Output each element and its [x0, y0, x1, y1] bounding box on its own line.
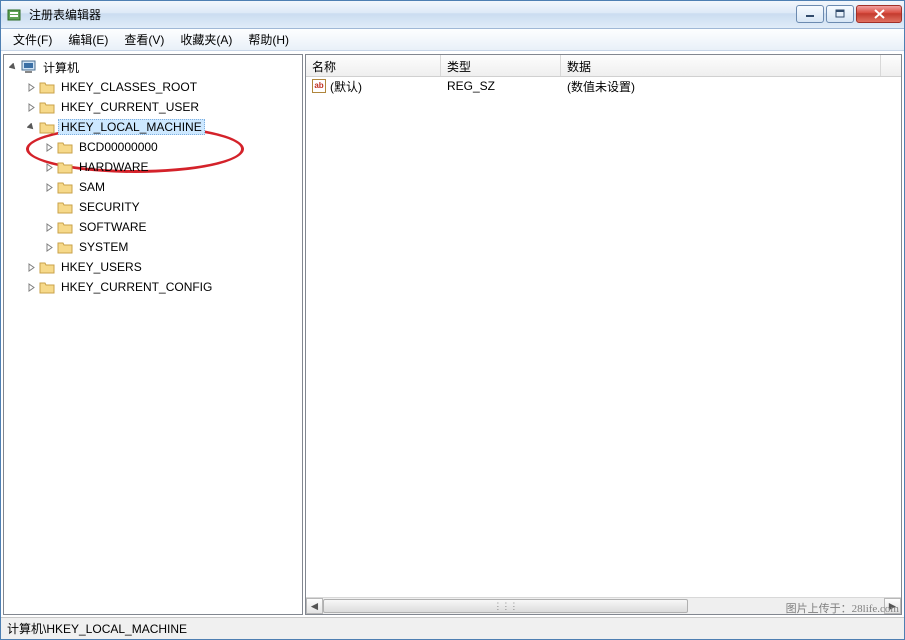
folder-icon — [39, 80, 55, 94]
tree-item-hkcr[interactable]: HKEY_CLASSES_ROOT — [22, 77, 302, 97]
cell-data: (数值未设置) — [561, 77, 881, 96]
expand-icon[interactable] — [24, 80, 38, 94]
tree-label: HKEY_LOCAL_MACHINE — [58, 119, 205, 135]
app-icon — [7, 7, 23, 23]
menu-edit[interactable]: 编辑(E) — [60, 29, 116, 50]
menu-view[interactable]: 查看(V) — [116, 29, 172, 50]
folder-icon — [57, 240, 73, 254]
folder-icon — [57, 200, 73, 214]
minimize-button[interactable] — [796, 5, 824, 23]
folder-icon — [39, 280, 55, 294]
tree-label: BCD00000000 — [76, 139, 161, 155]
menu-file[interactable]: 文件(F) — [5, 29, 60, 50]
content-area: 计算机 HKEY_CLASSES_ROOT HKEY_CURRENT_USER — [1, 51, 904, 617]
tree-label: HKEY_CLASSES_ROOT — [58, 79, 200, 95]
status-path: 计算机\HKEY_LOCAL_MACHINE — [7, 620, 187, 637]
expand-icon[interactable] — [42, 240, 56, 254]
tree-item-hklm[interactable]: HKEY_LOCAL_MACHINE — [22, 117, 302, 137]
tree-item-computer[interactable]: 计算机 — [4, 57, 302, 77]
tree-item-software[interactable]: SOFTWARE — [40, 217, 302, 237]
folder-icon — [39, 120, 55, 134]
collapse-icon[interactable] — [24, 120, 38, 134]
column-data[interactable]: 数据 — [561, 55, 881, 76]
tree-item-system[interactable]: SYSTEM — [40, 237, 302, 257]
tree-item-hku[interactable]: HKEY_USERS — [22, 257, 302, 277]
tree-label: HKEY_USERS — [58, 259, 145, 275]
menu-favorites[interactable]: 收藏夹(A) — [172, 29, 240, 50]
tree-label: HKEY_CURRENT_USER — [58, 99, 202, 115]
expand-icon[interactable] — [42, 160, 56, 174]
string-value-icon: ab — [312, 79, 326, 93]
watermark-text: 图片上传于：28life.com — [786, 600, 899, 616]
cell-name: ab (默认) — [306, 77, 441, 96]
window-controls — [794, 5, 902, 25]
statusbar: 计算机\HKEY_LOCAL_MACHINE — [1, 617, 904, 639]
expand-icon[interactable] — [42, 140, 56, 154]
tree-item-hkcc[interactable]: HKEY_CURRENT_CONFIG — [22, 277, 302, 297]
maximize-button[interactable] — [826, 5, 854, 23]
tree-label: SOFTWARE — [76, 219, 150, 235]
tree-item-security[interactable]: SECURITY — [40, 197, 302, 217]
window-title: 注册表编辑器 — [29, 6, 794, 23]
list-header: 名称 类型 数据 — [306, 55, 901, 77]
folder-icon — [57, 160, 73, 174]
list-row[interactable]: ab (默认) REG_SZ (数值未设置) — [306, 77, 901, 95]
folder-icon — [39, 260, 55, 274]
tree-item-hkcu[interactable]: HKEY_CURRENT_USER — [22, 97, 302, 117]
folder-icon — [57, 220, 73, 234]
tree-label: SYSTEM — [76, 239, 131, 255]
titlebar: 注册表编辑器 — [1, 1, 904, 29]
expand-icon[interactable] — [24, 260, 38, 274]
tree-label: 计算机 — [40, 58, 82, 77]
folder-icon — [57, 140, 73, 154]
list-pane: 名称 类型 数据 ab (默认) REG_SZ (数值未设置) ◄ ⋮⋮⋮ — [305, 54, 902, 615]
scroll-thumb[interactable]: ⋮⋮⋮ — [323, 599, 688, 613]
tree-label: HARDWARE — [76, 159, 152, 175]
registry-editor-window: 注册表编辑器 文件(F) 编辑(E) 查看(V) 收藏夹(A) 帮助(H) 计算… — [0, 0, 905, 640]
menubar: 文件(F) 编辑(E) 查看(V) 收藏夹(A) 帮助(H) — [1, 29, 904, 51]
expand-icon[interactable] — [24, 100, 38, 114]
tree-label: SAM — [76, 179, 108, 195]
folder-icon — [57, 180, 73, 194]
computer-icon — [21, 60, 37, 74]
tree-label: SECURITY — [76, 199, 143, 215]
tree-item-bcd[interactable]: BCD00000000 — [40, 137, 302, 157]
list-body[interactable]: ab (默认) REG_SZ (数值未设置) — [306, 77, 901, 597]
column-name[interactable]: 名称 — [306, 55, 441, 76]
expand-icon[interactable] — [24, 280, 38, 294]
close-button[interactable] — [856, 5, 902, 23]
scroll-left-button[interactable]: ◄ — [306, 598, 323, 614]
tree-item-hardware[interactable]: HARDWARE — [40, 157, 302, 177]
menu-help[interactable]: 帮助(H) — [240, 29, 297, 50]
tree-item-sam[interactable]: SAM — [40, 177, 302, 197]
collapse-icon[interactable] — [6, 60, 20, 74]
value-name: (默认) — [330, 78, 362, 95]
expand-icon[interactable] — [42, 220, 56, 234]
tree-pane[interactable]: 计算机 HKEY_CLASSES_ROOT HKEY_CURRENT_USER — [3, 54, 303, 615]
cell-type: REG_SZ — [441, 78, 561, 94]
column-type[interactable]: 类型 — [441, 55, 561, 76]
expand-icon[interactable] — [42, 180, 56, 194]
folder-icon — [39, 100, 55, 114]
tree-label: HKEY_CURRENT_CONFIG — [58, 279, 215, 295]
